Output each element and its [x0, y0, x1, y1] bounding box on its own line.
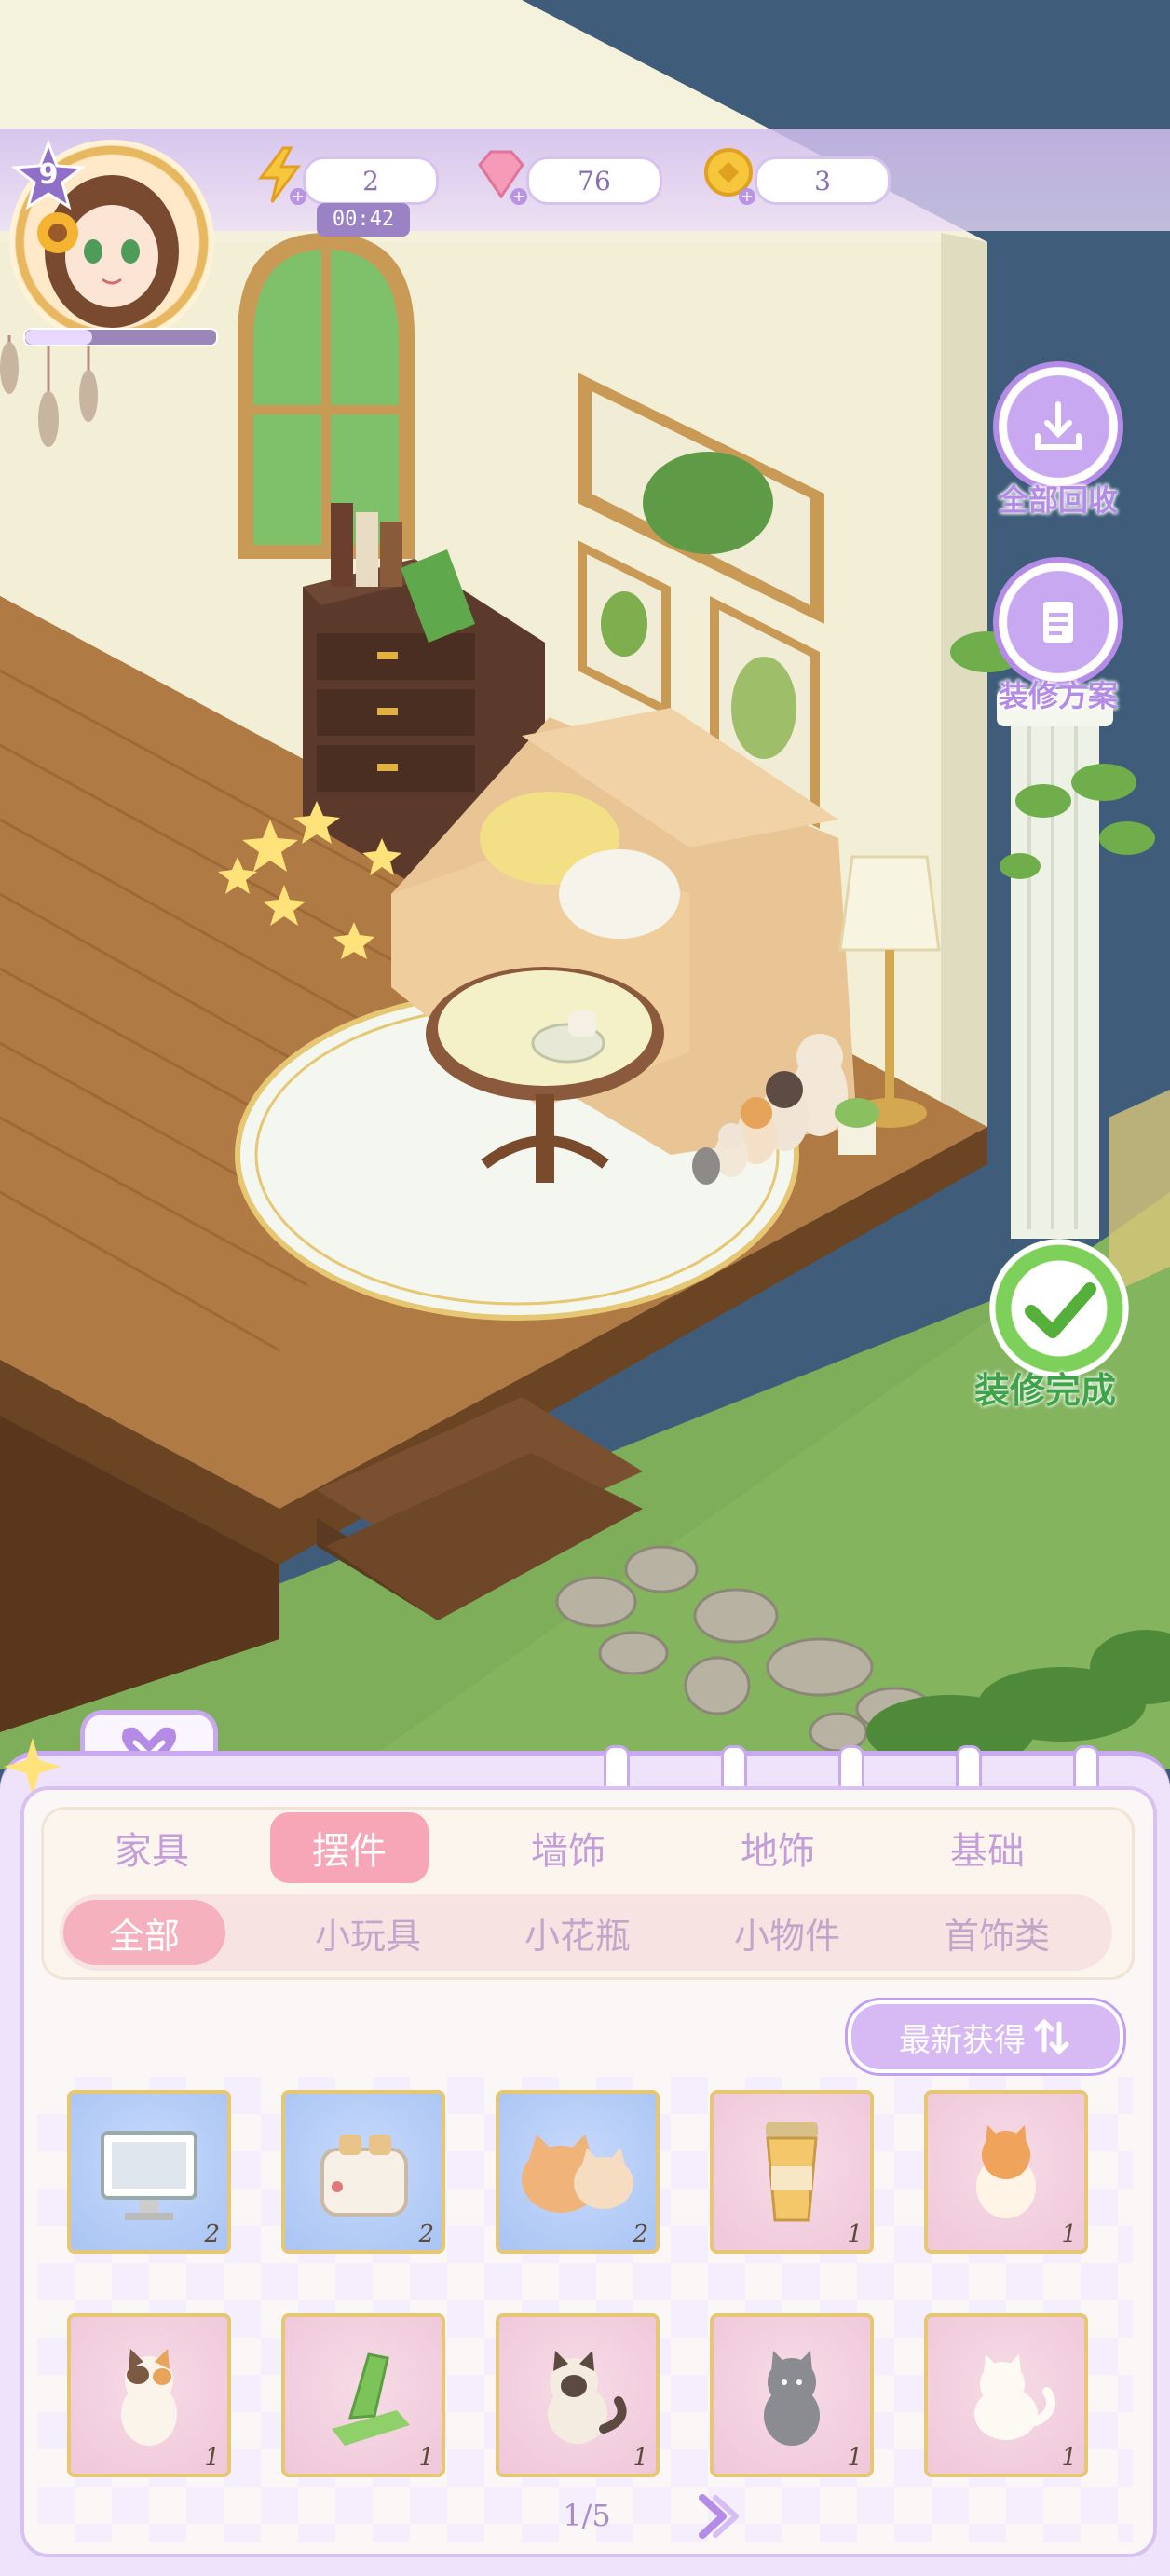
page-indicator: 1/5 [563, 2498, 611, 2533]
item-card-white-cat[interactable]: 1 [924, 2313, 1088, 2477]
player-level: 9 [38, 158, 59, 191]
recycle-all-label: 全部回收 [998, 482, 1118, 518]
svg-text:+: + [512, 187, 524, 205]
item-card-monitor[interactable]: 2 [67, 2090, 231, 2254]
energy-timer: 00:42 [317, 203, 410, 237]
item-count: 2 [204, 2220, 220, 2248]
subtab-small-items[interactable]: 小物件 [694, 1900, 880, 1965]
tab-ornaments[interactable]: 摆件 [270, 1812, 429, 1883]
gem-value: 76 [578, 165, 611, 197]
decor-plan-label: 装修方案 [998, 678, 1118, 713]
sort-newest-button[interactable]: 最新获得 [848, 2000, 1123, 2073]
energy-value: 2 [362, 165, 379, 197]
recycle-all-button[interactable] [993, 361, 1123, 492]
item-card-toaster[interactable]: 2 [281, 2090, 445, 2254]
lightning-icon: + [258, 146, 306, 205]
xp-progress-fill [25, 330, 92, 345]
item-count: 2 [633, 2220, 648, 2248]
svg-text:+: + [741, 187, 753, 205]
coin-icon: + [704, 148, 755, 205]
tab-furniture[interactable]: 家具 [63, 1812, 240, 1883]
document-icon [1043, 602, 1073, 643]
item-card-cat-plush[interactable]: 2 [496, 2090, 660, 2254]
item-count: 1 [418, 2444, 434, 2472]
tab-floor-decor[interactable]: 地饰 [689, 1812, 866, 1883]
gem-counter[interactable]: 76 [526, 156, 662, 205]
item-card-green-stand[interactable]: 1 [281, 2313, 445, 2477]
item-card-calico-cat[interactable]: 1 [67, 2313, 231, 2477]
subtab-jewelry[interactable]: 首饰类 [904, 1900, 1090, 1965]
sort-arrows-icon [1034, 2018, 1069, 2055]
finish-decorating-label: 装修完成 [974, 1370, 1117, 1411]
subtab-small-vases[interactable]: 小花瓶 [484, 1900, 671, 1965]
item-count: 1 [204, 2444, 220, 2472]
coin-counter[interactable]: 3 [755, 156, 891, 205]
subtab-small-toys[interactable]: 小玩具 [275, 1900, 461, 1965]
xp-progress-bar [23, 328, 218, 346]
svg-text:+: + [292, 187, 304, 205]
coin-value: 3 [814, 165, 831, 197]
item-count: 2 [418, 2220, 434, 2248]
decor-plan-button[interactable] [993, 557, 1123, 687]
sort-label: 最新获得 [899, 2021, 1026, 2059]
arched-window [238, 233, 415, 559]
item-count: 1 [1061, 2444, 1077, 2472]
tab-wall-decor[interactable]: 墙饰 [480, 1812, 657, 1883]
item-count: 1 [847, 2220, 863, 2248]
gem-icon: + [478, 150, 527, 205]
finish-decorating-button[interactable] [989, 1239, 1129, 1378]
item-card-orange-cat[interactable]: 1 [924, 2090, 1088, 2254]
item-count: 1 [1061, 2220, 1077, 2248]
item-card-siamese-cat[interactable]: 1 [496, 2313, 660, 2477]
next-page-button[interactable] [691, 2490, 743, 2542]
tab-basics[interactable]: 基础 [899, 1812, 1076, 1883]
item-card-cup[interactable]: 1 [710, 2090, 874, 2254]
energy-counter[interactable]: 2 [303, 156, 439, 205]
item-count: 1 [633, 2444, 648, 2472]
subtab-all[interactable]: 全部 [63, 1900, 225, 1965]
item-count: 1 [847, 2444, 863, 2472]
download-icon [1035, 401, 1082, 450]
item-card-gray-cat[interactable]: 1 [710, 2313, 874, 2477]
check-icon [1025, 1282, 1096, 1338]
